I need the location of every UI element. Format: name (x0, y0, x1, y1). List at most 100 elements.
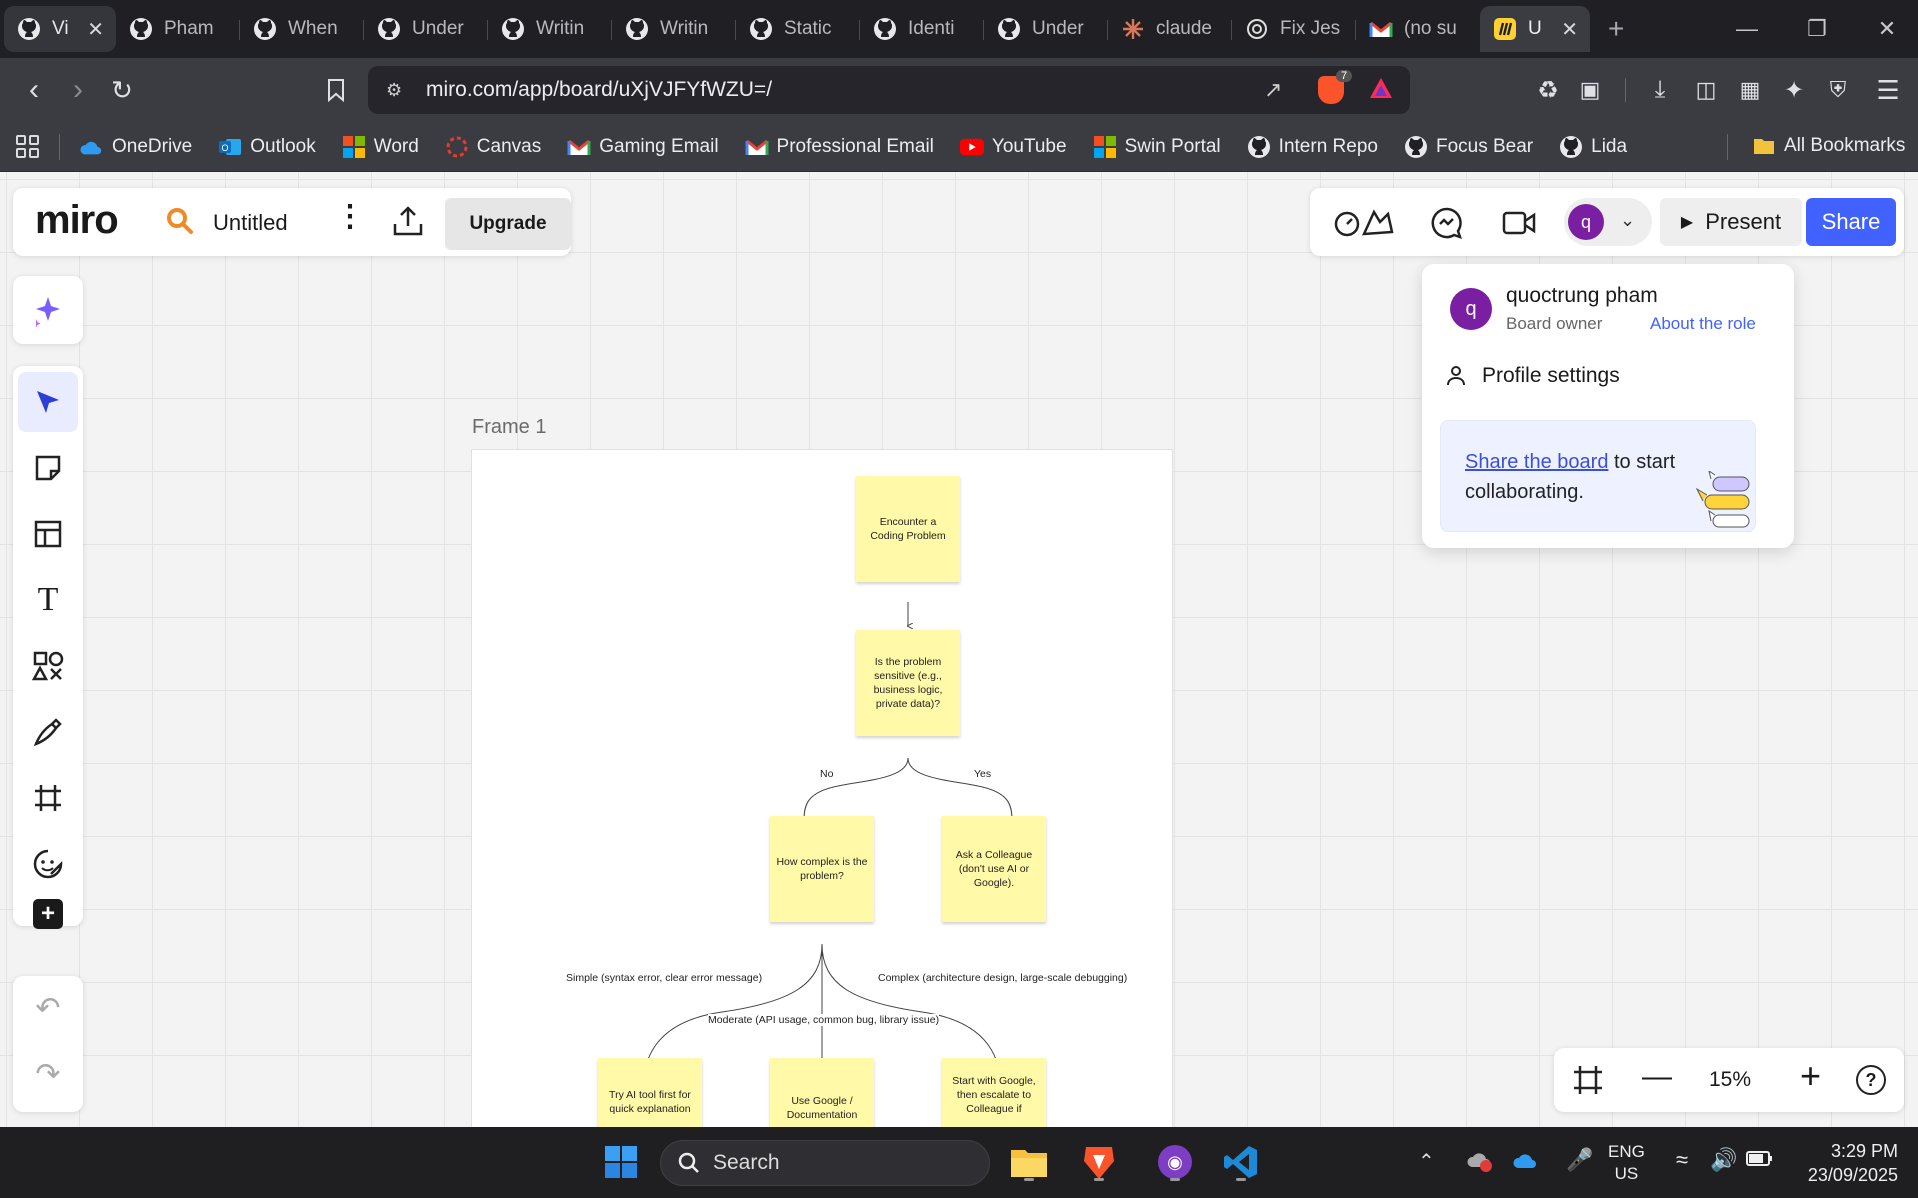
sticky-google-docs[interactable]: Use Google / Documentation (770, 1058, 874, 1127)
browser-tab[interactable]: Writin (488, 6, 612, 52)
zoom-out-button[interactable]: — (1642, 1062, 1672, 1092)
close-tab-icon[interactable]: ✕ (1561, 17, 1578, 42)
reactions-icon[interactable] (1334, 208, 1398, 243)
zoom-level[interactable]: 15% (1709, 1068, 1751, 1092)
wallet-icon[interactable]: ▦ (1732, 72, 1768, 108)
bookmark-item[interactable]: Intern Repo (1247, 135, 1378, 159)
onedrive-icon[interactable] (1512, 1151, 1540, 1174)
pen-tool-icon[interactable] (18, 702, 78, 762)
language-indicator[interactable]: ENG US (1608, 1141, 1645, 1185)
all-bookmarks-button[interactable]: All Bookmarks (1752, 134, 1905, 158)
file-explorer-icon[interactable] (1004, 1137, 1054, 1187)
browser-tab[interactable]: claude (1108, 6, 1232, 52)
battery-icon[interactable] (1746, 1149, 1774, 1172)
brave-taskbar-icon[interactable] (1074, 1137, 1124, 1187)
back-button[interactable]: ‹ (16, 72, 52, 108)
downloads-icon[interactable]: ⤓ (1642, 72, 1678, 108)
close-window-button[interactable]: ✕ (1852, 0, 1918, 58)
miro-logo[interactable]: miro (35, 198, 119, 243)
about-role-link[interactable]: About the role (1650, 314, 1756, 334)
sticky-escalate[interactable]: Start with Google, then escalate to Coll… (942, 1058, 1046, 1127)
browser-tab[interactable]: Fix Jes (1232, 6, 1356, 52)
user-menu-button[interactable]: q ⌄ (1564, 198, 1652, 246)
github-desktop-icon[interactable]: ◉ (1150, 1137, 1200, 1187)
microphone-icon[interactable]: 🎤 (1566, 1147, 1593, 1173)
redo-icon[interactable]: ↷ (18, 1044, 78, 1104)
browser-tab[interactable]: Pham (116, 6, 240, 52)
windows-start-icon[interactable] (596, 1137, 646, 1187)
board-more-icon[interactable]: ⋮ (335, 200, 365, 234)
share-button[interactable]: Share (1806, 198, 1896, 246)
bookmark-item[interactable]: Swin Portal (1093, 135, 1221, 159)
browser-tab[interactable]: (no su (1356, 6, 1480, 52)
sidebar-icon[interactable]: ◫ (1688, 72, 1724, 108)
bookmark-item[interactable]: Gaming Email (567, 135, 719, 159)
bookmark-item[interactable]: OneDrive (80, 135, 192, 159)
help-icon[interactable]: ? (1856, 1065, 1886, 1095)
clock[interactable]: 3:29 PM 23/09/2025 (1790, 1139, 1898, 1187)
ai-sparkle-icon[interactable] (18, 280, 78, 340)
export-icon[interactable] (391, 204, 425, 243)
wifi-icon[interactable]: ≈ (1676, 1147, 1688, 1173)
comments-icon[interactable] (1430, 206, 1464, 245)
show-hidden-icons-icon[interactable]: ⌃ (1418, 1149, 1435, 1174)
forward-button[interactable]: › (60, 72, 96, 108)
apps-grid-icon[interactable] (16, 135, 39, 158)
browser-tab[interactable]: Static (736, 6, 860, 52)
profile-settings-item[interactable]: Profile settings (1446, 364, 1620, 388)
browser-tab[interactable]: U ✕ (1480, 6, 1590, 52)
share-board-link[interactable]: Share the board (1465, 451, 1608, 473)
browser-tab[interactable]: Vi ✕ (4, 6, 116, 52)
present-button[interactable]: ▶ Present (1660, 198, 1802, 246)
bookmark-item[interactable]: O Outlook (218, 135, 316, 159)
vpn-icon[interactable]: ⛨ (1820, 72, 1856, 108)
sticky-ai-tool[interactable]: Try AI tool first for quick explanation (598, 1058, 702, 1127)
extensions-icon[interactable]: ♻ (1530, 72, 1566, 108)
sticky-note-tool-icon[interactable] (18, 438, 78, 498)
board-search-icon[interactable] (165, 206, 195, 241)
site-settings-icon[interactable]: ⚙ (386, 80, 402, 101)
volume-icon[interactable]: 🔊 (1710, 1147, 1737, 1173)
bookmark-page-icon[interactable] (318, 72, 354, 108)
templates-tool-icon[interactable] (18, 504, 78, 564)
bookmark-item[interactable]: Professional Email (745, 135, 934, 159)
browser-tab[interactable]: Identi (860, 6, 984, 52)
close-tab-icon[interactable]: ✕ (87, 17, 104, 42)
bookmark-item[interactable]: Word (342, 135, 419, 159)
miro-board-canvas[interactable]: miro Untitled ⋮ Upgrade q ⌄ ▶ Present Sh… (0, 172, 1918, 1127)
frame-label[interactable]: Frame 1 (472, 416, 546, 439)
restore-button[interactable]: ❐ (1782, 0, 1852, 58)
frame-tool-icon[interactable] (18, 768, 78, 828)
select-tool-icon[interactable] (18, 372, 78, 432)
minimize-button[interactable]: — (1712, 0, 1782, 58)
leo-ai-icon[interactable]: ✦ (1776, 72, 1812, 108)
address-bar[interactable]: ⚙ miro.com/app/board/uXjVJFYfWZU=/ ↗ 7 (368, 66, 1410, 114)
sticky-complexity-question[interactable]: How complex is the problem? (770, 816, 874, 922)
new-tab-button[interactable]: + (1608, 13, 1624, 45)
zoom-in-button[interactable]: + (1800, 1058, 1821, 1094)
video-call-icon[interactable] (1502, 210, 1536, 241)
sticky-sensitive-question[interactable]: Is the problem sensitive (e.g., business… (856, 630, 960, 736)
taskbar-search[interactable]: Search (660, 1140, 990, 1186)
share-page-icon[interactable]: ↗ (1264, 77, 1282, 103)
bookmark-item[interactable]: Canvas (445, 135, 541, 159)
upgrade-button[interactable]: Upgrade (445, 198, 571, 250)
browser-tab[interactable]: When (240, 6, 364, 52)
sticky-start[interactable]: Encounter a Coding Problem (856, 476, 960, 582)
bookmark-item[interactable]: YouTube (959, 135, 1067, 159)
page-search-icon[interactable]: ▣ (1572, 72, 1608, 108)
browser-tab[interactable]: Under (984, 6, 1108, 52)
bookmark-item[interactable]: Focus Bear (1404, 135, 1533, 159)
undo-icon[interactable]: ↶ (18, 978, 78, 1038)
board-title[interactable]: Untitled (213, 210, 288, 236)
brave-rewards-icon[interactable] (1368, 76, 1394, 105)
frame-1[interactable]: Encounter a Coding Problem Is the proble… (472, 450, 1172, 1127)
text-tool-icon[interactable]: T (18, 570, 78, 630)
bookmark-item[interactable]: Lida (1559, 135, 1627, 159)
reload-icon[interactable]: ↻ (104, 72, 140, 108)
browser-tab[interactable]: Writin (612, 6, 736, 52)
vscode-icon[interactable] (1216, 1137, 1266, 1187)
browser-tab[interactable]: Under (364, 6, 488, 52)
sticky-ask-colleague[interactable]: Ask a Colleague (don't use AI or Google)… (942, 816, 1046, 922)
menu-icon[interactable]: ☰ (1870, 72, 1906, 108)
